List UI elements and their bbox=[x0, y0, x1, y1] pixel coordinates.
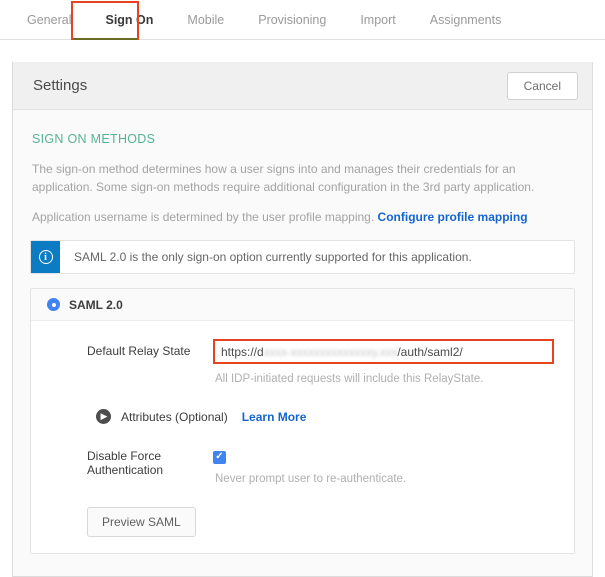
section-heading-sign-on-methods: SIGN ON METHODS bbox=[32, 132, 575, 146]
saml-option-panel: SAML 2.0 Default Relay State https://dxx… bbox=[30, 288, 575, 554]
info-banner-icon-box: i bbox=[31, 241, 60, 273]
tab-bar: General Sign On Mobile Provisioning Impo… bbox=[0, 0, 605, 40]
preview-saml-wrapper: Preview SAML bbox=[31, 507, 574, 537]
info-banner-text: SAML 2.0 is the only sign-on option curr… bbox=[60, 241, 472, 273]
relay-url-prefix: https://d bbox=[221, 345, 264, 359]
disable-force-authentication-row: Disable Force Authentication ✓ Never pro… bbox=[31, 448, 574, 485]
cancel-button[interactable]: Cancel bbox=[507, 72, 578, 100]
disable-force-authentication-checkbox[interactable]: ✓ bbox=[213, 451, 226, 464]
configure-profile-mapping-link[interactable]: Configure profile mapping bbox=[378, 210, 528, 224]
saml-radio-button[interactable] bbox=[47, 298, 60, 311]
info-icon: i bbox=[39, 250, 53, 264]
saml-option-header[interactable]: SAML 2.0 bbox=[31, 289, 574, 321]
default-relay-state-field-column: https://dxxxx-xxxxxxxxxxxxxxy.xxx/auth/s… bbox=[213, 339, 558, 385]
info-banner: i SAML 2.0 is the only sign-on option cu… bbox=[30, 240, 575, 274]
tab-sign-on[interactable]: Sign On bbox=[88, 0, 170, 40]
preview-saml-button[interactable]: Preview SAML bbox=[87, 507, 196, 537]
attributes-row[interactable]: ▶ Attributes (Optional) Learn More bbox=[31, 409, 574, 424]
relay-url-suffix: /auth/saml2/ bbox=[397, 345, 462, 359]
username-mapping-note: Application username is determined by th… bbox=[32, 208, 575, 226]
chevron-right-icon[interactable]: ▶ bbox=[96, 409, 111, 424]
username-mapping-text: Application username is determined by th… bbox=[32, 210, 374, 224]
tab-general[interactable]: General bbox=[10, 0, 88, 40]
page-title: Settings bbox=[33, 77, 87, 94]
saml-option-label: SAML 2.0 bbox=[69, 298, 123, 312]
disable-force-authentication-field-column: ✓ Never prompt user to re-authenticate. bbox=[213, 448, 558, 485]
default-relay-state-row: Default Relay State https://dxxxx-xxxxxx… bbox=[31, 339, 574, 385]
attributes-learn-more-link[interactable]: Learn More bbox=[242, 410, 307, 424]
relay-url-redacted: xxxx-xxxxxxxxxxxxxxy.xxx bbox=[264, 345, 398, 359]
saml-settings-body: Default Relay State https://dxxxx-xxxxxx… bbox=[31, 321, 574, 553]
default-relay-state-input[interactable]: https://dxxxx-xxxxxxxxxxxxxxy.xxx/auth/s… bbox=[213, 339, 554, 364]
tab-assignments[interactable]: Assignments bbox=[413, 0, 519, 40]
disable-force-authentication-help: Never prompt user to re-authenticate. bbox=[215, 473, 558, 485]
settings-card-body: SIGN ON METHODS The sign-on method deter… bbox=[13, 110, 592, 576]
default-relay-state-label: Default Relay State bbox=[47, 339, 213, 358]
disable-force-authentication-label: Disable Force Authentication bbox=[47, 448, 213, 477]
attributes-label: Attributes (Optional) bbox=[121, 410, 228, 424]
tab-provisioning[interactable]: Provisioning bbox=[241, 0, 343, 40]
default-relay-state-help: All IDP-initiated requests will include … bbox=[215, 373, 558, 385]
settings-card-header: Settings Cancel bbox=[13, 62, 592, 110]
tab-import[interactable]: Import bbox=[343, 0, 412, 40]
section-description: The sign-on method determines how a user… bbox=[32, 160, 575, 196]
sign-on-tab-active-underline bbox=[73, 38, 137, 40]
tab-mobile[interactable]: Mobile bbox=[170, 0, 241, 40]
settings-card: Settings Cancel SIGN ON METHODS The sign… bbox=[12, 62, 593, 577]
